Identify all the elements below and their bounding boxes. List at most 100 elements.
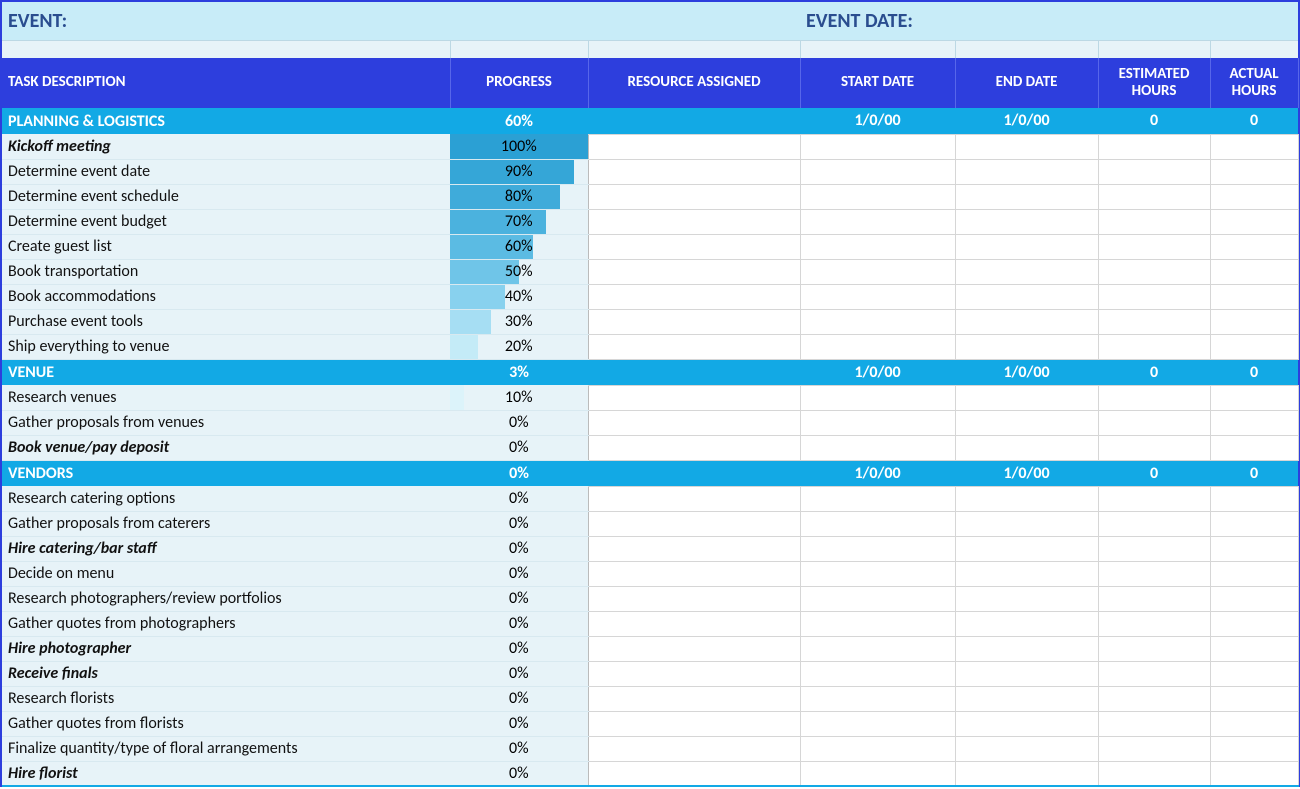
task-description[interactable]: Research venues	[2, 385, 450, 410]
task-act-cell[interactable]	[1210, 761, 1298, 786]
task-description[interactable]: Hire photographer	[2, 636, 450, 661]
task-end-cell[interactable]	[955, 410, 1098, 435]
task-est-cell[interactable]	[1098, 259, 1210, 284]
task-act-cell[interactable]	[1210, 511, 1298, 536]
task-end-cell[interactable]	[955, 134, 1098, 159]
task-description[interactable]: Research catering options	[2, 486, 450, 511]
task-progress-cell[interactable]: 0%	[450, 636, 588, 661]
task-progress-cell[interactable]: 0%	[450, 561, 588, 586]
task-progress-cell[interactable]: 0%	[450, 661, 588, 686]
task-resource-cell[interactable]	[588, 611, 800, 636]
task-resource-cell[interactable]	[588, 159, 800, 184]
task-est-cell[interactable]	[1098, 309, 1210, 334]
task-act-cell[interactable]	[1210, 309, 1298, 334]
task-act-cell[interactable]	[1210, 561, 1298, 586]
task-resource-cell[interactable]	[588, 334, 800, 359]
task-act-cell[interactable]	[1210, 284, 1298, 309]
task-start-cell[interactable]	[800, 511, 955, 536]
task-est-cell[interactable]	[1098, 511, 1210, 536]
task-est-cell[interactable]	[1098, 736, 1210, 761]
task-description[interactable]: Research florists	[2, 686, 450, 711]
task-start-cell[interactable]	[800, 410, 955, 435]
task-end-cell[interactable]	[955, 184, 1098, 209]
task-est-cell[interactable]	[1098, 761, 1210, 786]
task-progress-cell[interactable]: 50%	[450, 259, 588, 284]
task-description[interactable]: Purchase event tools	[2, 309, 450, 334]
task-resource-cell[interactable]	[588, 586, 800, 611]
task-description[interactable]: Research photographers/review portfolios	[2, 586, 450, 611]
task-end-cell[interactable]	[955, 586, 1098, 611]
task-est-cell[interactable]	[1098, 334, 1210, 359]
task-description[interactable]: Ship everything to venue	[2, 334, 450, 359]
task-resource-cell[interactable]	[588, 661, 800, 686]
task-progress-cell[interactable]: 0%	[450, 511, 588, 536]
task-resource-cell[interactable]	[588, 184, 800, 209]
task-start-cell[interactable]	[800, 586, 955, 611]
task-est-cell[interactable]	[1098, 184, 1210, 209]
task-progress-cell[interactable]: 80%	[450, 184, 588, 209]
task-act-cell[interactable]	[1210, 435, 1298, 460]
task-description[interactable]: Kickoff meeting	[2, 134, 450, 159]
task-progress-cell[interactable]: 20%	[450, 334, 588, 359]
task-end-cell[interactable]	[955, 486, 1098, 511]
task-description[interactable]: Book accommodations	[2, 284, 450, 309]
task-est-cell[interactable]	[1098, 686, 1210, 711]
task-end-cell[interactable]	[955, 309, 1098, 334]
task-act-cell[interactable]	[1210, 410, 1298, 435]
task-est-cell[interactable]	[1098, 209, 1210, 234]
task-act-cell[interactable]	[1210, 711, 1298, 736]
task-end-cell[interactable]	[955, 711, 1098, 736]
task-end-cell[interactable]	[955, 536, 1098, 561]
task-act-cell[interactable]	[1210, 736, 1298, 761]
task-end-cell[interactable]	[955, 435, 1098, 460]
task-resource-cell[interactable]	[588, 486, 800, 511]
task-end-cell[interactable]	[955, 561, 1098, 586]
task-resource-cell[interactable]	[588, 636, 800, 661]
task-description[interactable]: Receive finals	[2, 661, 450, 686]
task-resource-cell[interactable]	[588, 435, 800, 460]
task-resource-cell[interactable]	[588, 309, 800, 334]
task-resource-cell[interactable]	[588, 686, 800, 711]
task-description[interactable]: Finalize quantity/type of floral arrange…	[2, 736, 450, 761]
task-act-cell[interactable]	[1210, 486, 1298, 511]
task-start-cell[interactable]	[800, 159, 955, 184]
task-act-cell[interactable]	[1210, 159, 1298, 184]
task-start-cell[interactable]	[800, 184, 955, 209]
task-progress-cell[interactable]: 40%	[450, 284, 588, 309]
task-act-cell[interactable]	[1210, 686, 1298, 711]
task-resource-cell[interactable]	[588, 234, 800, 259]
task-est-cell[interactable]	[1098, 711, 1210, 736]
task-act-cell[interactable]	[1210, 611, 1298, 636]
task-est-cell[interactable]	[1098, 159, 1210, 184]
task-progress-cell[interactable]: 0%	[450, 410, 588, 435]
task-end-cell[interactable]	[955, 234, 1098, 259]
task-description[interactable]: Hire catering/bar staff	[2, 536, 450, 561]
task-act-cell[interactable]	[1210, 259, 1298, 284]
task-start-cell[interactable]	[800, 309, 955, 334]
task-description[interactable]: Gather proposals from caterers	[2, 511, 450, 536]
task-act-cell[interactable]	[1210, 385, 1298, 410]
task-est-cell[interactable]	[1098, 410, 1210, 435]
task-resource-cell[interactable]	[588, 385, 800, 410]
task-progress-cell[interactable]: 0%	[450, 611, 588, 636]
task-act-cell[interactable]	[1210, 586, 1298, 611]
task-est-cell[interactable]	[1098, 661, 1210, 686]
task-resource-cell[interactable]	[588, 410, 800, 435]
task-end-cell[interactable]	[955, 209, 1098, 234]
task-start-cell[interactable]	[800, 209, 955, 234]
task-description[interactable]: Create guest list	[2, 234, 450, 259]
task-end-cell[interactable]	[955, 511, 1098, 536]
task-est-cell[interactable]	[1098, 435, 1210, 460]
task-start-cell[interactable]	[800, 736, 955, 761]
task-progress-cell[interactable]: 0%	[450, 586, 588, 611]
task-description[interactable]: Book transportation	[2, 259, 450, 284]
task-act-cell[interactable]	[1210, 636, 1298, 661]
task-end-cell[interactable]	[955, 611, 1098, 636]
task-est-cell[interactable]	[1098, 284, 1210, 309]
task-est-cell[interactable]	[1098, 234, 1210, 259]
task-act-cell[interactable]	[1210, 134, 1298, 159]
task-resource-cell[interactable]	[588, 561, 800, 586]
task-end-cell[interactable]	[955, 636, 1098, 661]
task-end-cell[interactable]	[955, 761, 1098, 786]
task-progress-cell[interactable]: 0%	[450, 711, 588, 736]
